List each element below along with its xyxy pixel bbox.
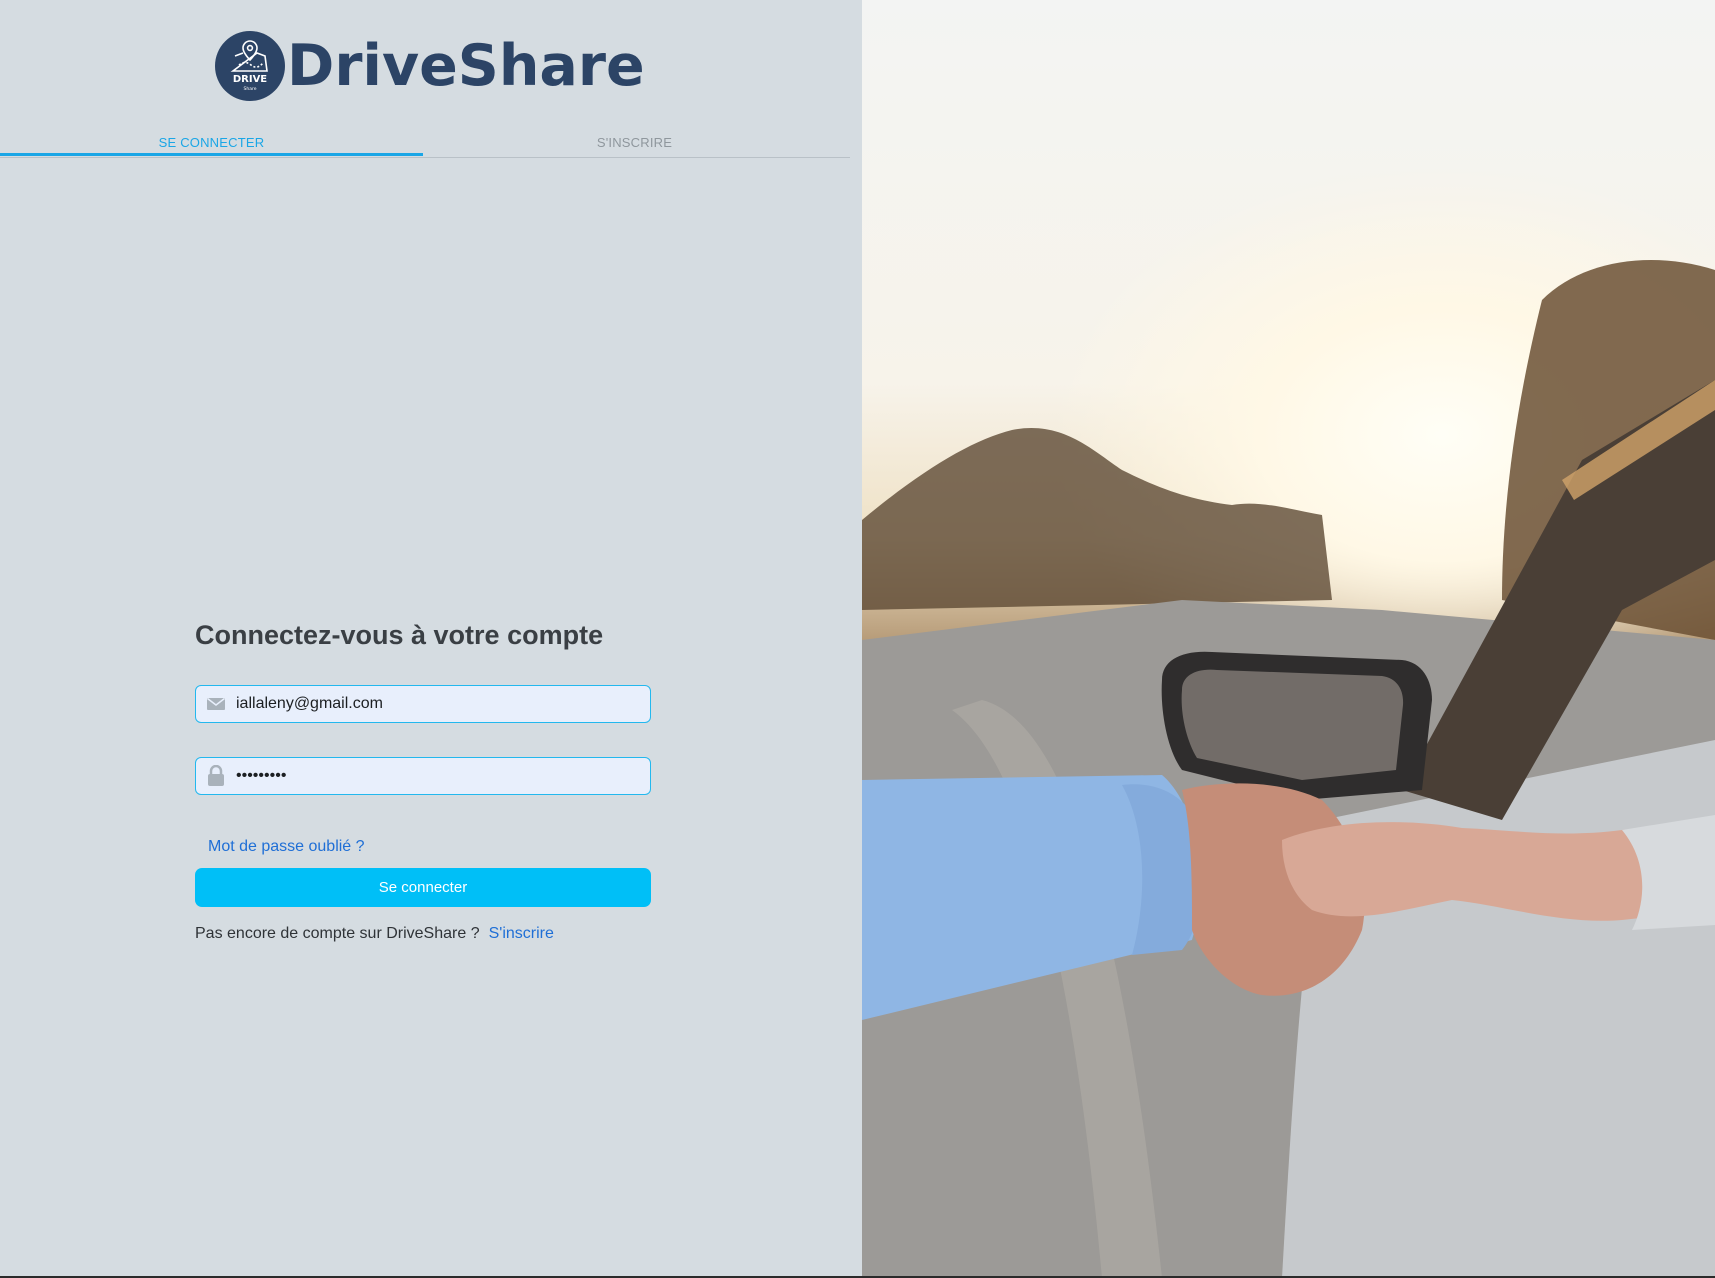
- brand-name: DriveShare: [287, 33, 645, 99]
- tab-sinscrire[interactable]: S'INSCRIRE: [423, 128, 846, 156]
- forgot-password-link[interactable]: Mot de passe oublié ?: [208, 838, 365, 856]
- password-field[interactable]: [195, 757, 651, 795]
- tab-se-connecter[interactable]: SE CONNECTER: [0, 128, 423, 156]
- envelope-icon: [207, 697, 225, 710]
- page-title: Connectez-vous à votre compte: [195, 620, 604, 650]
- brand-logo: DRIVE Share DriveShare: [215, 30, 645, 102]
- lock-icon: [208, 765, 224, 786]
- active-tab-indicator: [0, 153, 423, 156]
- logo-badge-text: DRIVE: [233, 74, 267, 85]
- hero-photo-handshake-car: [862, 0, 1715, 1278]
- password-input[interactable]: [236, 758, 636, 793]
- email-input[interactable]: [236, 686, 636, 721]
- signup-prompt-row: Pas encore de compte sur DriveShare ? S'i…: [195, 925, 554, 943]
- logo-badge-subtext: Share: [244, 86, 257, 92]
- login-panel: DRIVE Share DriveShare SE CONNECTER S'IN…: [0, 0, 862, 1276]
- logo-badge: DRIVE Share: [215, 31, 285, 101]
- email-field[interactable]: [195, 685, 651, 723]
- signup-prompt-text: Pas encore de compte sur DriveShare ?: [195, 925, 480, 942]
- login-button[interactable]: Se connecter: [195, 868, 651, 907]
- signup-link[interactable]: S'inscrire: [489, 925, 554, 942]
